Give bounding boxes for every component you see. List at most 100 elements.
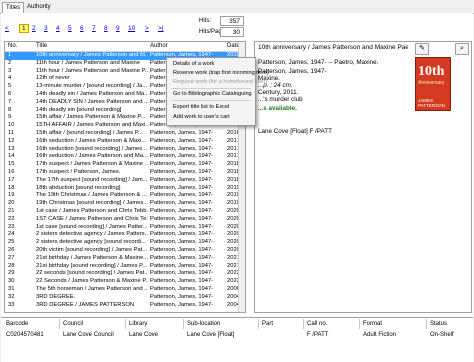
table-row[interactable]: 24 2 sisters detective agency / James Pat… <box>5 231 245 239</box>
cell-title: 2 sisters detective agency / James Patte… <box>36 231 148 238</box>
cell-no: 6 <box>8 91 12 97</box>
cell-no: 15 <box>8 161 15 168</box>
cell-title: 14th deadly sin / James Patterson and Ma… <box>36 91 148 97</box>
cell-no: 11 <box>8 130 15 136</box>
cell-no: 4 <box>8 75 12 82</box>
cell-no: 20 <box>8 200 15 207</box>
hits-per-page-input[interactable]: 30 <box>220 27 244 37</box>
holding-sublocation: Lane Cove [Float] <box>187 332 235 338</box>
table-row[interactable]: 20 19th Christmas [sound recording] / Jam… <box>5 200 245 208</box>
menu-item-add-cart[interactable]: Add work to user's cart <box>173 114 230 120</box>
cell-title: 17th suspect / James Patterson & Maxine … <box>36 161 148 168</box>
table-row[interactable]: 18 18th abduction [sound recording] Patter… <box>5 185 245 193</box>
table-row[interactable]: 30 22 Seconds / James Patterson & Maxine … <box>5 278 245 286</box>
holding-call-no: F /PATT <box>307 332 329 338</box>
table-header: No. Title Author Date <box>5 42 245 52</box>
pager-page-7[interactable]: 7 <box>92 25 96 32</box>
cell-no: 31 <box>8 286 15 292</box>
pager-next[interactable]: > <box>145 25 149 32</box>
table-row[interactable]: 31 The 5th horseman / James Patterson and… <box>5 286 245 294</box>
cell-author: Patterson, James, 1947- <box>150 278 214 285</box>
cell-author: Patterson, James, 1947- <box>150 270 214 277</box>
tab-titles[interactable]: Titles <box>2 2 25 13</box>
menu-item-reserve[interactable]: Reserve work (trap first incoming item) <box>173 70 269 76</box>
table-row[interactable]: 11 15th affair / [sound recording] / Jame… <box>5 130 245 138</box>
pager-page-3[interactable]: 3 <box>44 25 48 32</box>
holding-barcode[interactable]: C0204570481 <box>6 332 44 338</box>
table-row[interactable]: 25 2 sisters detective agency [sound reco… <box>5 239 245 247</box>
cell-title: 16th seduction [sound recording] / James… <box>36 145 147 152</box>
cell-author: Patterson, James, 1947- <box>150 231 214 238</box>
cell-author: Patterson, James, 1947- <box>150 192 214 199</box>
pager-page-6[interactable]: 6 <box>80 25 84 32</box>
table-row[interactable]: 15 17th suspect / James Patterson & Maxin… <box>5 161 245 169</box>
cell-title: 15TH AFFAIR / James Patterson and Maxi..… <box>36 122 148 129</box>
cell-author: Patterson, James, 1947- <box>150 161 214 168</box>
table-row[interactable]: 26 20th victim [sound recording] / James … <box>5 247 245 255</box>
table-row[interactable]: 13 16th seduction [sound recording] / Jam… <box>5 146 245 154</box>
col-no-header[interactable]: No. <box>8 43 17 49</box>
pager-page-4[interactable]: 4 <box>56 25 60 32</box>
tab-bar: Titles Authority <box>0 0 474 14</box>
cell-no: 14 <box>8 153 15 160</box>
cell-title: 3RD DEGREE. <box>36 293 76 300</box>
pager-page-1[interactable]: 1 <box>19 24 29 33</box>
detail-location: Lane Cove [Float] F /PATT <box>258 128 332 135</box>
menu-item-cataloguing[interactable]: Go to Bibliographic Cataloguing <box>173 91 252 97</box>
table-row[interactable]: 12 16th seduction / James Patterson & Max… <box>5 138 245 146</box>
cell-no: 19 <box>8 192 15 199</box>
tab-authority[interactable]: Authority <box>24 2 54 12</box>
cell-title: 3RD DEGREE / JAMES PATTERSON <box>36 301 135 308</box>
cell-author: Patterson, James, 1947- <box>150 169 214 175</box>
table-row[interactable]: 32 3RD DEGREE. Patterson, James, 1947- 2004 <box>5 294 245 302</box>
menu-item-details[interactable]: Details of a work <box>173 61 214 67</box>
cell-no: 23 <box>8 223 15 230</box>
pager-page-5[interactable]: 5 <box>68 25 72 32</box>
menu-item-request[interactable]: Request work (for a homebound user) <box>173 79 267 85</box>
pager-page-2[interactable]: 2 <box>32 25 36 32</box>
col-author-header[interactable]: Author <box>150 43 168 49</box>
column-divider <box>303 319 304 329</box>
cell-author: Patterson, James, 1947- <box>150 200 214 207</box>
table-row[interactable]: 28 21st birthday [sound recording] / Jame… <box>5 263 245 271</box>
table-row[interactable]: 33 3RD DEGREE / JAMES PATTERSON Patterson,… <box>5 302 245 310</box>
cell-no: 21 <box>8 208 15 214</box>
table-row[interactable]: 27 21st birthday / James Patterson & Maxi… <box>5 255 245 263</box>
detail-line: Patterson, James, 1947- -- Paetro, Maxin… <box>258 59 379 66</box>
holdings-header: Council <box>63 321 84 327</box>
table-row[interactable]: 19 The 19th Christmas / James Patterson &… <box>5 192 245 200</box>
cell-title: 22 seconds [sound recording] / James Pat… <box>36 270 148 277</box>
table-row[interactable]: 14 16th seduction / James Patterson and M… <box>5 153 245 161</box>
cell-title: The 5th horseman / James Patterson and .… <box>36 286 148 292</box>
table-row[interactable]: 23 1st case [sound recording] / James Pat… <box>5 224 245 232</box>
table-row[interactable]: 29 22 seconds [sound recording] / James P… <box>5 270 245 278</box>
holdings-table: Barcode Council Library Sub-location Par… <box>1 317 473 362</box>
table-row[interactable]: 17 The 17th suspect [sound recording] / J… <box>5 177 245 185</box>
detail-line: Century, 2011. <box>258 89 299 96</box>
cell-no: 16 <box>8 169 15 175</box>
menu-item-export[interactable]: Export title list to Excel <box>173 104 229 110</box>
column-divider <box>359 319 360 329</box>
cell-author: Patterson, James, 1947- <box>150 254 214 261</box>
table-row[interactable]: 22 1ST CASE / James Patterson and Chris T… <box>5 216 245 224</box>
col-title-header[interactable]: Title <box>36 43 47 49</box>
zoom-icon[interactable]: ⌕ <box>455 43 469 55</box>
book-cover-subtitle: Anniversary <box>418 80 445 86</box>
cell-title: 18th abduction [sound recording] <box>36 184 121 191</box>
cell-title: 11th hour / James Patterson and Maxine P… <box>36 67 148 74</box>
cell-title: 17th suspect / Patterson, James. <box>36 169 121 175</box>
cell-title: 19th Christmas [sound recording] / James… <box>36 200 148 207</box>
column-divider <box>125 319 126 329</box>
cell-author: Patterson, James, 1947- <box>150 145 214 152</box>
cell-no: 32 <box>8 293 15 300</box>
pager-page-10[interactable]: 10 <box>128 25 135 32</box>
pager-page-8[interactable]: 8 <box>104 25 108 32</box>
pager-last[interactable]: >| <box>158 25 163 32</box>
pin-icon[interactable]: ✎ <box>415 43 429 55</box>
table-row[interactable]: 16 17th suspect / Patterson, James. Patter… <box>5 169 245 177</box>
cell-title: 14th deadly sin [sound recording] <box>36 106 122 113</box>
table-row[interactable]: 21 1st case / James Patterson and Chris T… <box>5 208 245 216</box>
pager-page-9[interactable]: 9 <box>116 25 120 32</box>
cell-author: Patterson, James, 1947- <box>150 153 214 160</box>
pager-prev[interactable]: < <box>5 25 9 32</box>
